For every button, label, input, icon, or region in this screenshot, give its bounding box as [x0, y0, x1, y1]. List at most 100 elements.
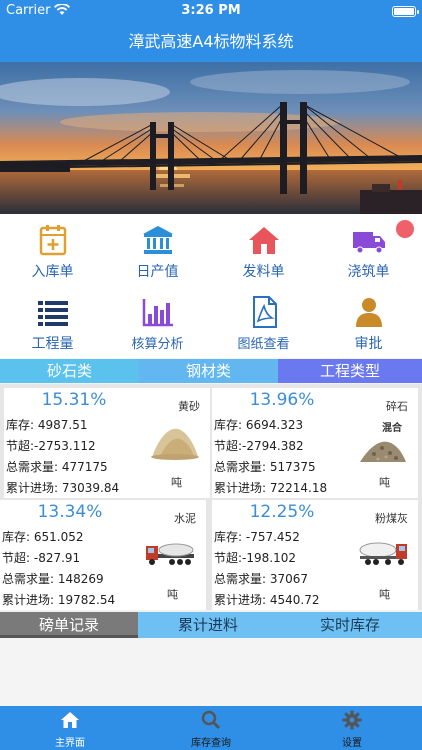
demand-row: 总需求量: 477175 — [6, 460, 108, 474]
clipboard-plus-icon — [39, 225, 67, 256]
material-unit: 吨 — [171, 476, 182, 489]
demand-value: 517375 — [269, 460, 316, 474]
tab-project-type[interactable]: 工程类型 — [278, 359, 422, 383]
menu-label: 工程量 — [31, 336, 74, 352]
material-unit: 吨 — [379, 476, 390, 489]
banner-image — [0, 62, 422, 214]
over-value: -2794.382 — [242, 439, 304, 453]
cumulative-value: 19782.54 — [57, 593, 116, 607]
clock: 3:26 PM — [181, 3, 241, 18]
menu-cost-analysis[interactable]: 核算分析 — [105, 286, 210, 358]
list-icon — [38, 301, 68, 326]
tabbar-stock-query[interactable]: 库存查询 — [141, 706, 281, 750]
cumulative-row: 累计进场: 19782.54 — [2, 593, 116, 607]
material-name: 黄砂 — [178, 400, 200, 413]
gear-icon — [342, 710, 362, 730]
cumulative-row: 累计进场: 4540.72 — [214, 593, 320, 607]
tab-weigh-records[interactable]: 磅单记录 — [0, 612, 138, 638]
stock-value: 6694.323 — [245, 418, 304, 432]
demand-value: 37067 — [269, 572, 309, 586]
material-unit: 吨 — [379, 588, 390, 601]
menu-inbound-order[interactable]: 入库单 — [0, 214, 105, 286]
record-tabs: 磅单记录 累计进料 实时库存 — [0, 612, 422, 638]
stock-value: -757.452 — [245, 530, 300, 544]
search-icon — [201, 710, 221, 730]
cement-truck-image — [146, 543, 194, 565]
menu-quantities[interactable]: 工程量 — [0, 286, 105, 358]
status-bar: Carrier 3:26 PM — [0, 0, 422, 22]
stock-row: 库存: 651.052 — [2, 530, 84, 544]
over-value: -2753.112 — [34, 439, 96, 453]
material-cards: 15.31% 黄砂 吨 库存: 4987.51 节超:-2753.112 总需求… — [0, 384, 422, 610]
pdf-document-icon — [253, 296, 277, 328]
over-value: -827.91 — [33, 551, 81, 565]
usage-percent: 12.25% — [249, 502, 315, 522]
material-subtype: 混合 — [382, 423, 402, 434]
material-card-fly-ash[interactable]: 12.25% 粉煤灰 吨 库存: -757.452 节超:-198.102 总需… — [212, 500, 418, 610]
over-row: 节超: -827.91 — [2, 551, 81, 565]
material-name: 水泥 — [174, 512, 196, 525]
stock-row: 库存: 6694.323 — [214, 418, 304, 432]
menu-pour-order[interactable]: 浇筑单 — [316, 214, 421, 286]
demand-row: 总需求量: 37067 — [214, 572, 309, 586]
tab-realtime-stock[interactable]: 实时库存 — [278, 612, 422, 638]
nav-bar: 漳武高速A4标物料系统 — [0, 22, 422, 62]
cumulative-row: 累计进场: 73039.84 — [6, 481, 120, 495]
cumulative-value: 73039.84 — [61, 481, 120, 495]
material-name: 粉煤灰 — [375, 512, 408, 525]
material-card-sand[interactable]: 15.31% 黄砂 吨 库存: 4987.51 节超:-2753.112 总需求… — [4, 388, 210, 498]
gravel-pile-image — [360, 441, 406, 462]
over-row: 节超:-2753.112 — [6, 439, 96, 453]
truck-icon — [353, 232, 385, 254]
bottom-tab-bar: 主界面 库存查询 设置 — [0, 706, 422, 750]
house-icon — [249, 227, 279, 254]
usage-percent: 13.96% — [249, 390, 315, 410]
material-card-gravel[interactable]: 13.96% 碎石 混合 吨 库存: 6694.323 节超:-2794.382… — [212, 388, 418, 498]
tanker-truck-image — [359, 542, 407, 565]
cumulative-row: 累计进场: 72214.18 — [214, 481, 328, 495]
cumulative-value: 4540.72 — [269, 593, 320, 607]
user-icon — [356, 298, 382, 327]
menu-drawings[interactable]: 图纸查看 — [211, 286, 316, 358]
stock-row: 库存: 4987.51 — [6, 418, 88, 432]
menu-label: 审批 — [354, 336, 383, 352]
usage-percent: 13.34% — [37, 502, 103, 522]
menu-grid: 入库单 日产值 发料单 浇筑单 工程量 核算分析 图纸查看 审批 — [0, 214, 422, 358]
page-title: 漳武高速A4标物料系统 — [128, 32, 294, 51]
tabbar-settings[interactable]: 设置 — [282, 706, 422, 750]
cumulative-value: 72214.18 — [269, 481, 328, 495]
over-row: 节超:-2794.382 — [214, 439, 304, 453]
tabbar-label: 库存查询 — [191, 738, 231, 749]
material-card-cement[interactable]: 13.34% 水泥 吨 库存: 651.052 节超: -827.91 总需求量… — [0, 500, 206, 610]
demand-value: 477175 — [61, 460, 108, 474]
stock-row: 库存: -757.452 — [214, 530, 300, 544]
menu-issue-order[interactable]: 发料单 — [211, 214, 316, 286]
menu-label: 浇筑单 — [347, 264, 390, 280]
tab-cumulative-intake[interactable]: 累计进料 — [138, 612, 278, 638]
demand-row: 总需求量: 517375 — [214, 460, 316, 474]
sand-pile-image — [151, 428, 199, 460]
demand-row: 总需求量: 148269 — [2, 572, 104, 586]
battery-icon — [392, 6, 419, 17]
demand-value: 148269 — [57, 572, 104, 586]
menu-daily-output[interactable]: 日产值 — [105, 214, 210, 286]
menu-label: 图纸查看 — [237, 337, 290, 352]
record-list — [0, 638, 422, 706]
tabbar-label: 主界面 — [55, 738, 85, 749]
over-value: -198.102 — [242, 551, 296, 565]
stock-value: 651.052 — [33, 530, 84, 544]
material-name: 碎石 — [386, 400, 408, 413]
menu-approval[interactable]: 审批 — [316, 286, 421, 358]
home-icon — [61, 712, 79, 728]
menu-label: 核算分析 — [131, 337, 184, 352]
menu-label: 日产值 — [136, 264, 179, 280]
bar-chart-icon — [142, 299, 173, 327]
menu-label: 入库单 — [31, 264, 74, 280]
tab-sand-gravel[interactable]: 砂石类 — [0, 359, 139, 383]
stock-value: 4987.51 — [37, 418, 88, 432]
tabbar-label: 设置 — [342, 738, 362, 749]
tabbar-home[interactable]: 主界面 — [0, 706, 140, 750]
usage-percent: 15.31% — [41, 390, 107, 410]
tab-steel[interactable]: 钢材类 — [139, 359, 278, 383]
notification-badge — [396, 220, 414, 238]
